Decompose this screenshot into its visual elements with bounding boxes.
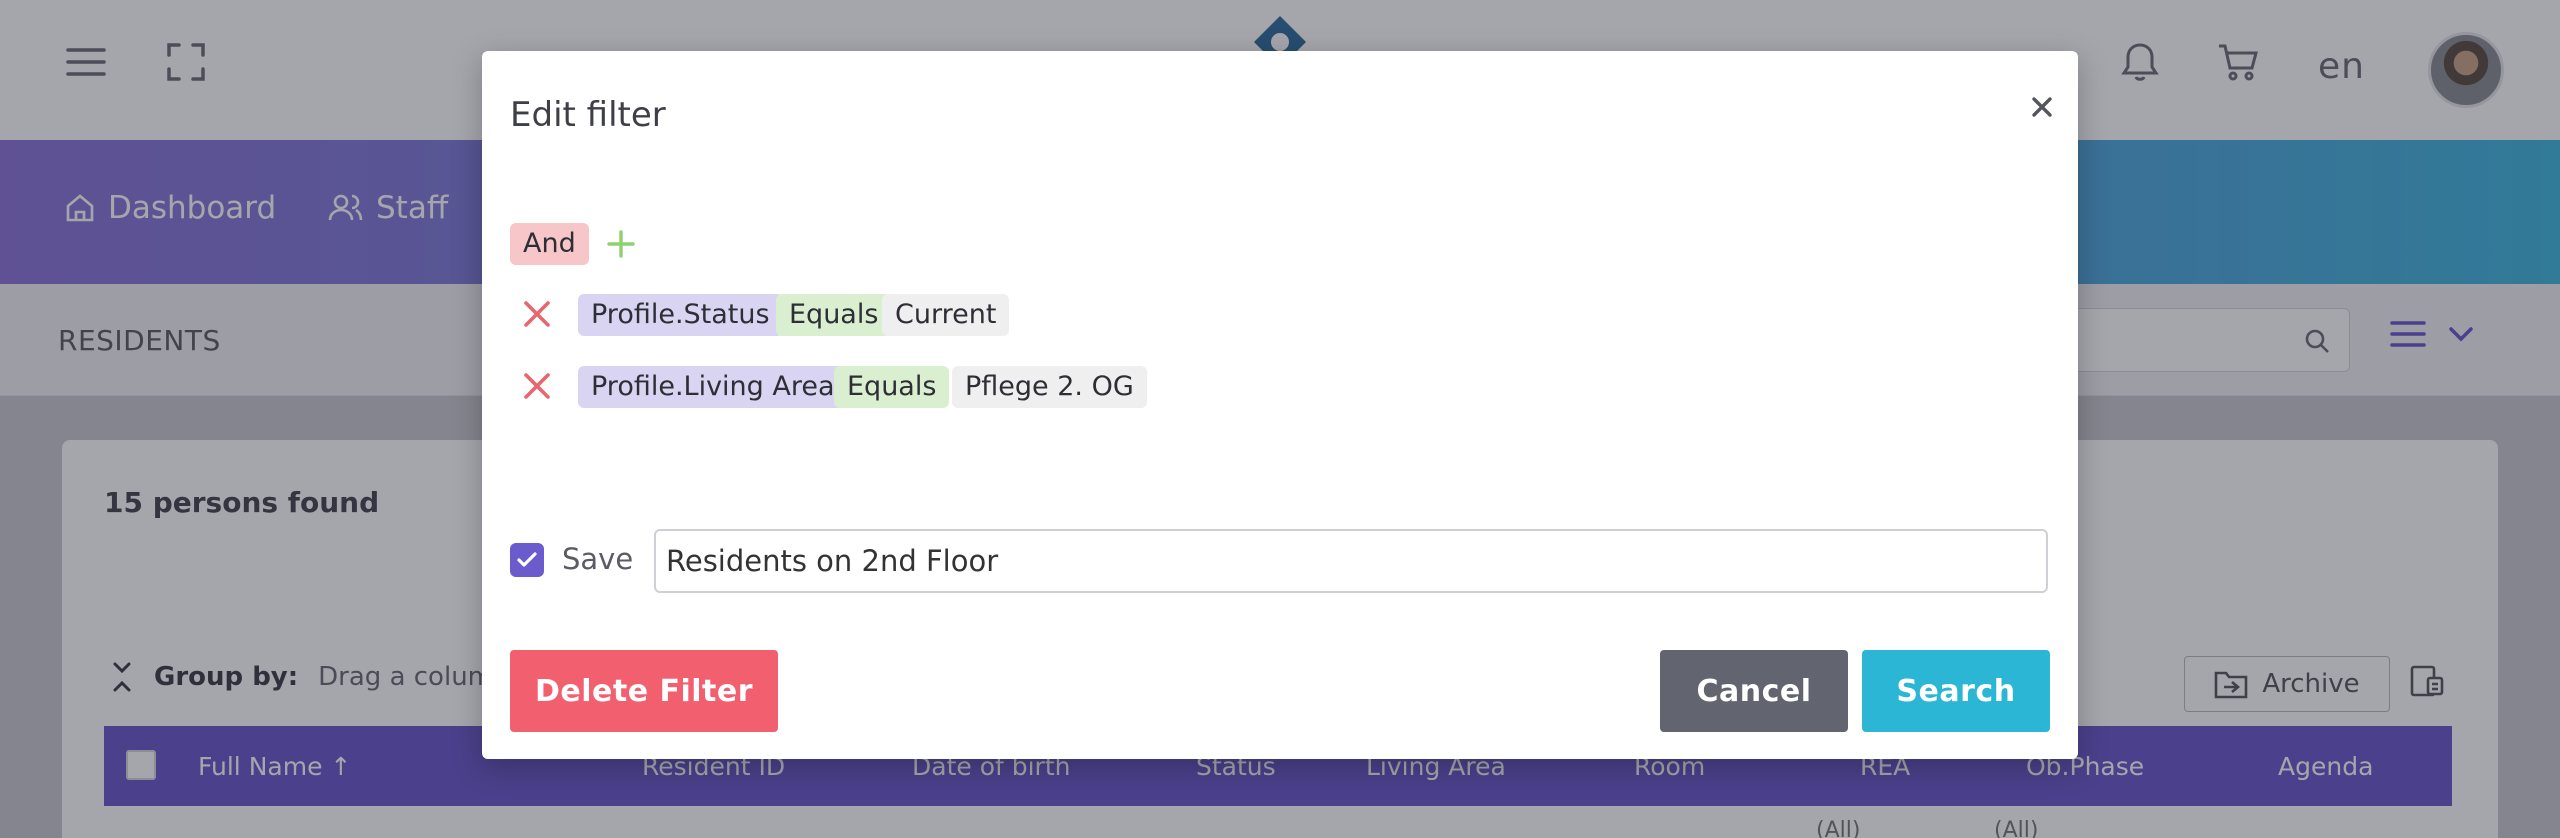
condition-operator-tag[interactable]: Equals [834,366,950,408]
search-button[interactable]: Search [1862,650,2050,732]
condition-operator-tag[interactable]: Equals [776,294,892,336]
condition-field-tag[interactable]: Profile.Status [578,294,783,336]
save-label: Save [562,542,634,576]
add-condition-button[interactable] [604,227,638,261]
save-checkbox[interactable] [510,543,544,577]
filter-name-input[interactable] [654,529,2048,593]
remove-condition-button[interactable] [519,296,555,332]
remove-icon [524,373,550,399]
close-icon [2032,97,2052,117]
condition-field-tag[interactable]: Profile.Living Area [578,366,848,408]
group-operator-tag[interactable]: And [510,223,589,265]
cancel-button[interactable]: Cancel [1660,650,1848,732]
remove-condition-button[interactable] [519,368,555,404]
condition-value-tag[interactable]: Pflege 2. OG [952,366,1147,408]
plus-icon [607,230,635,258]
dialog-title: Edit filter [510,95,666,135]
remove-icon [524,301,550,327]
close-button[interactable] [2020,85,2064,129]
check-icon [517,552,537,567]
edit-filter-dialog: Edit filter And Profile.Status Equals Cu… [482,51,2078,759]
delete-filter-button[interactable]: Delete Filter [510,650,778,732]
condition-value-tag[interactable]: Current [882,294,1010,336]
